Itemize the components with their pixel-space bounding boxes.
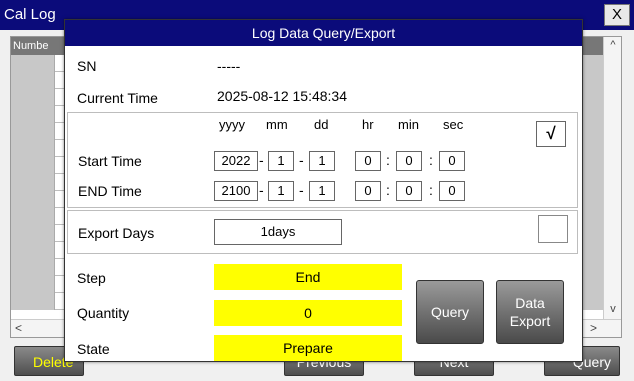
unit-min-label: min	[398, 117, 419, 132]
export-days-label: Export Days	[78, 225, 155, 241]
end-second-field[interactable]: 0	[439, 181, 465, 201]
query-button[interactable]: Query	[416, 280, 484, 344]
start-year-field[interactable]: 2022	[214, 151, 258, 171]
start-month-field[interactable]: 1	[268, 151, 294, 171]
unit-sec-label: sec	[443, 117, 464, 132]
quantity-label: Quantity	[77, 305, 130, 321]
scroll-left-icon[interactable]: <	[15, 321, 22, 335]
time-separator: :	[386, 182, 390, 198]
scroll-right-icon[interactable]: >	[590, 321, 597, 335]
start-minute-field[interactable]: 0	[396, 151, 422, 171]
sn-value: -----	[217, 58, 241, 74]
quantity-value: 0	[214, 300, 402, 326]
time-separator: :	[429, 182, 433, 198]
unit-hr-label: hr	[362, 117, 374, 132]
export-days-section: Export Days 1days	[67, 210, 578, 254]
date-separator: -	[259, 182, 264, 198]
scroll-up-icon[interactable]: ^	[604, 39, 621, 51]
state-value: Prepare	[214, 335, 402, 361]
time-range-section: yyyy mm dd hr min sec √ Start Time 2022 …	[67, 112, 578, 208]
vertical-scrollbar[interactable]: ^ v	[603, 37, 621, 337]
close-button[interactable]: X	[604, 4, 630, 26]
step-value: End	[214, 264, 402, 290]
export-days-checkbox[interactable]	[538, 215, 568, 243]
start-time-label: Start Time	[78, 153, 142, 169]
unit-dd-label: dd	[314, 117, 329, 132]
date-separator: -	[299, 182, 304, 198]
time-filter-checkbox[interactable]: √	[536, 121, 566, 147]
unit-yyyy-label: yyyy	[219, 117, 245, 132]
end-time-label: END Time	[78, 183, 142, 199]
query-button-label: Query	[430, 304, 470, 320]
end-hour-field[interactable]: 0	[355, 181, 381, 201]
date-separator: -	[299, 152, 304, 168]
time-separator: :	[386, 152, 390, 168]
state-label: State	[77, 341, 110, 357]
start-hour-field[interactable]: 0	[355, 151, 381, 171]
step-label: Step	[77, 270, 106, 286]
sn-label: SN	[77, 58, 97, 74]
time-separator: :	[429, 152, 433, 168]
unit-mm-label: mm	[266, 117, 288, 132]
end-month-field[interactable]: 1	[268, 181, 294, 201]
current-time-value: 2025-08-12 15:48:34	[217, 88, 347, 104]
date-separator: -	[259, 152, 264, 168]
log-query-export-dialog: Log Data Query/Export SN ----- Current T…	[64, 19, 583, 362]
start-second-field[interactable]: 0	[439, 151, 465, 171]
end-minute-field[interactable]: 0	[396, 181, 422, 201]
scroll-down-icon[interactable]: v	[604, 303, 621, 315]
current-time-label: Current Time	[77, 90, 158, 106]
start-day-field[interactable]: 1	[309, 151, 335, 171]
data-export-label-line2: Export	[509, 313, 551, 329]
data-export-label-line1: Data	[515, 295, 545, 311]
export-days-field[interactable]: 1days	[214, 219, 342, 245]
cal-log-title: Cal Log	[4, 6, 56, 23]
end-day-field[interactable]: 1	[309, 181, 335, 201]
end-year-field[interactable]: 2100	[214, 181, 258, 201]
dialog-title: Log Data Query/Export	[65, 20, 582, 46]
data-export-button[interactable]: Data Export	[496, 280, 564, 344]
